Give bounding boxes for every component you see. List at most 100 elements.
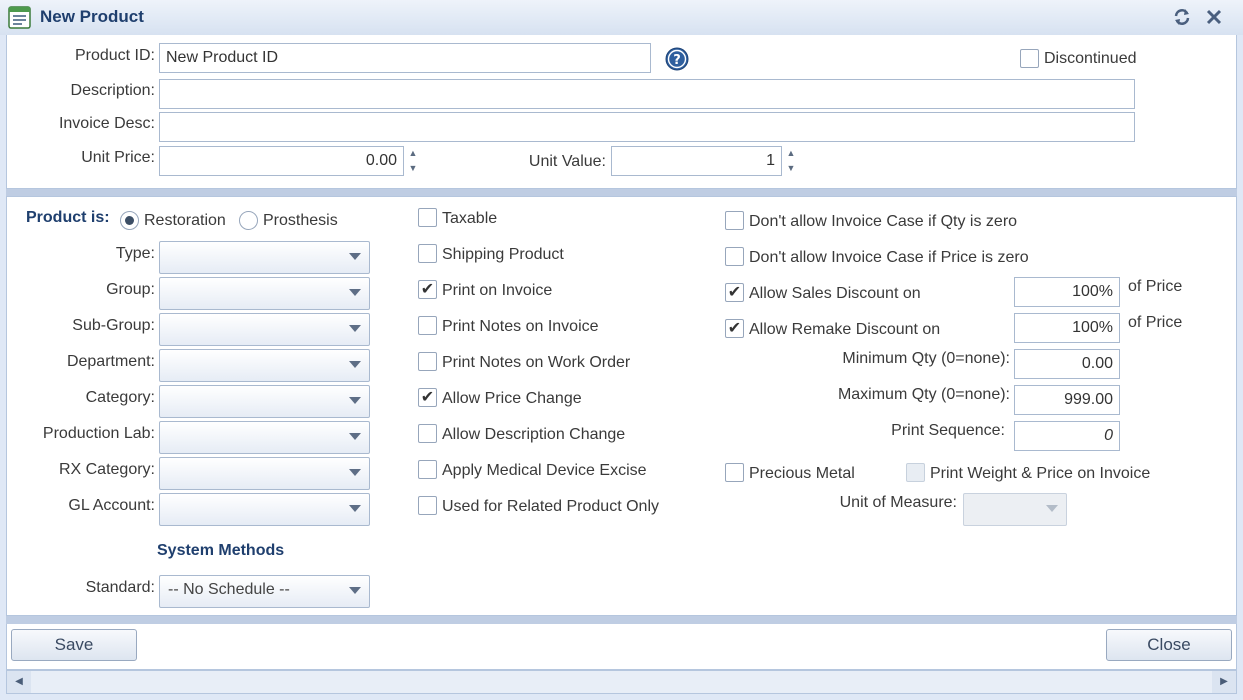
no-invoice-price-zero-checkbox[interactable] xyxy=(725,247,744,266)
prosthesis-label: Prosthesis xyxy=(263,212,338,229)
footer-bar xyxy=(6,624,1237,670)
chevron-down-icon xyxy=(349,469,361,476)
rx-category-select[interactable] xyxy=(159,457,370,490)
allow-description-change-checkbox[interactable] xyxy=(418,424,437,443)
department-select[interactable] xyxy=(159,349,370,382)
unit-value-label: Unit Value: xyxy=(528,153,606,170)
allow-remake-discount-checkbox[interactable]: ✔ xyxy=(725,319,744,338)
product-id-input[interactable]: New Product ID xyxy=(159,43,651,73)
sales-discount-input[interactable]: 100% xyxy=(1014,277,1120,307)
no-invoice-qty-zero-checkbox[interactable] xyxy=(725,211,744,230)
chevron-down-icon xyxy=(1046,505,1058,512)
apply-medical-device-excise-label: Apply Medical Device Excise xyxy=(442,462,647,479)
unit-price-input[interactable]: 0.00 xyxy=(159,146,404,176)
max-qty-input[interactable]: 999.00 xyxy=(1014,385,1120,415)
print-on-invoice-checkbox[interactable]: ✔ xyxy=(418,280,437,299)
help-icon[interactable]: ? xyxy=(665,47,689,71)
horizontal-scrollbar[interactable]: ◀ ▶ xyxy=(6,670,1237,694)
standard-select-value: -- No Schedule -- xyxy=(168,581,290,598)
shipping-product-checkbox[interactable] xyxy=(418,244,437,263)
spin-down-icon[interactable]: ▼ xyxy=(784,161,798,176)
no-invoice-price-zero-label: Don't allow Invoice Case if Price is zer… xyxy=(749,249,1029,266)
window-title: New Product xyxy=(40,7,144,26)
taxable-label: Taxable xyxy=(442,210,498,227)
unit-value-spinner[interactable]: ▲ ▼ xyxy=(784,146,798,176)
svg-text:?: ? xyxy=(673,53,681,68)
category-label: Category: xyxy=(85,389,155,406)
refresh-icon[interactable] xyxy=(1172,7,1192,27)
chevron-down-icon xyxy=(349,397,361,404)
print-weight-price-checkbox[interactable] xyxy=(906,463,925,482)
unit-price-label: Unit Price: xyxy=(81,149,155,166)
unit-value-input[interactable]: 1 xyxy=(611,146,782,176)
restoration-label: Restoration xyxy=(144,212,226,229)
form-icon xyxy=(8,6,31,29)
print-notes-work-order-label: Print Notes on Work Order xyxy=(442,354,631,371)
taxable-checkbox[interactable] xyxy=(418,208,437,227)
close-icon[interactable] xyxy=(1203,6,1225,28)
title-bar: New Product xyxy=(0,0,1243,35)
save-button[interactable]: Save xyxy=(11,629,137,661)
allow-description-change-label: Allow Description Change xyxy=(442,426,626,443)
unit-price-spinner[interactable]: ▲ ▼ xyxy=(406,146,420,176)
allow-remake-discount-label: Allow Remake Discount on xyxy=(749,321,941,338)
related-product-only-checkbox[interactable] xyxy=(418,496,437,515)
gl-account-select[interactable] xyxy=(159,493,370,526)
precious-metal-label: Precious Metal xyxy=(749,465,855,482)
chevron-down-icon xyxy=(349,289,361,296)
min-qty-label: Minimum Qty (0=none): xyxy=(842,350,1010,367)
spin-down-icon[interactable]: ▼ xyxy=(406,161,420,176)
chevron-down-icon xyxy=(349,361,361,368)
precious-metal-checkbox[interactable] xyxy=(725,463,744,482)
production-lab-select[interactable] xyxy=(159,421,370,454)
category-select[interactable] xyxy=(159,385,370,418)
close-button[interactable]: Close xyxy=(1106,629,1232,661)
standard-label: Standard: xyxy=(85,579,155,596)
prosthesis-radio[interactable] xyxy=(239,211,258,230)
rx-category-label: RX Category: xyxy=(58,461,155,478)
subgroup-select[interactable] xyxy=(159,313,370,346)
group-label: Group: xyxy=(106,281,155,298)
shipping-product-label: Shipping Product xyxy=(442,246,564,263)
allow-price-change-checkbox[interactable]: ✔ xyxy=(418,388,437,407)
min-qty-input[interactable]: 0.00 xyxy=(1014,349,1120,379)
checkmark-icon: ✔ xyxy=(420,281,435,298)
description-label: Description: xyxy=(70,82,155,99)
invoice-desc-label: Invoice Desc: xyxy=(58,115,155,132)
checkmark-icon: ✔ xyxy=(727,284,742,301)
type-select[interactable] xyxy=(159,241,370,274)
scroll-right-icon[interactable]: ▶ xyxy=(1212,671,1236,693)
remake-discount-input[interactable]: 100% xyxy=(1014,313,1120,343)
splitter[interactable] xyxy=(6,616,1237,624)
discontinued-label: Discontinued xyxy=(1044,50,1137,67)
gl-account-label: GL Account: xyxy=(68,497,155,514)
print-notes-invoice-checkbox[interactable] xyxy=(418,316,437,335)
product-is-label: Product is: xyxy=(26,209,110,226)
spin-up-icon[interactable]: ▲ xyxy=(784,146,798,161)
print-sequence-label: Print Sequence: xyxy=(891,422,1005,439)
allow-sales-discount-checkbox[interactable]: ✔ xyxy=(725,283,744,302)
restoration-radio[interactable] xyxy=(120,211,139,230)
unit-of-measure-label: Unit of Measure: xyxy=(839,494,957,511)
apply-medical-device-excise-checkbox[interactable] xyxy=(418,460,437,479)
chevron-down-icon xyxy=(349,587,361,594)
department-label: Department: xyxy=(66,353,155,370)
checkmark-icon: ✔ xyxy=(727,320,742,337)
print-notes-invoice-label: Print Notes on Invoice xyxy=(442,318,599,335)
splitter[interactable] xyxy=(6,189,1237,196)
product-id-label: Product ID: xyxy=(74,47,155,64)
chevron-down-icon xyxy=(349,433,361,440)
allow-sales-discount-label: Allow Sales Discount on xyxy=(749,285,921,302)
print-notes-work-order-checkbox[interactable] xyxy=(418,352,437,371)
type-label: Type: xyxy=(115,245,155,262)
group-select[interactable] xyxy=(159,277,370,310)
scroll-left-icon[interactable]: ◀ xyxy=(7,671,31,693)
invoice-desc-input[interactable] xyxy=(159,112,1135,142)
discontinued-checkbox[interactable] xyxy=(1020,49,1039,68)
description-input[interactable] xyxy=(159,79,1135,109)
unit-of-measure-select[interactable] xyxy=(963,493,1067,526)
standard-select[interactable]: -- No Schedule -- xyxy=(159,575,370,608)
allow-price-change-label: Allow Price Change xyxy=(442,390,582,407)
print-sequence-input[interactable]: 0 xyxy=(1014,421,1120,451)
spin-up-icon[interactable]: ▲ xyxy=(406,146,420,161)
